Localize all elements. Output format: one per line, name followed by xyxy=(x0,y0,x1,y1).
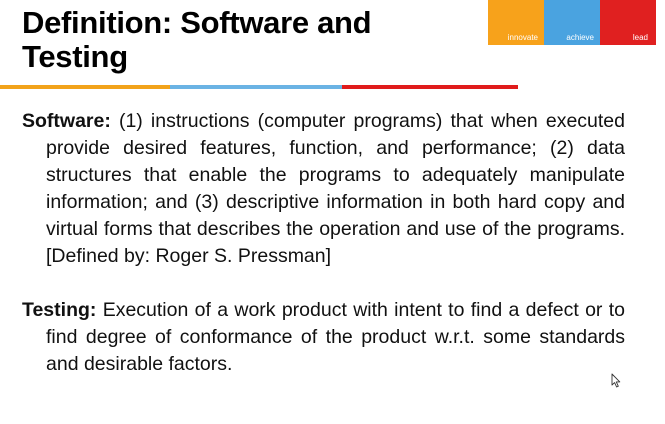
brand-achieve-box: achieve xyxy=(544,0,600,45)
slide-title: Definition: Software and Testing xyxy=(22,5,372,74)
rule-segment-orange xyxy=(0,85,170,89)
software-term: Software: xyxy=(22,110,111,132)
brand-achieve-label: achieve xyxy=(566,33,594,42)
testing-definition-text: Execution of a work product with intent … xyxy=(46,299,625,375)
software-definition: Software: (1) instructions (computer pro… xyxy=(22,108,625,270)
slide-body: Software: (1) instructions (computer pro… xyxy=(22,108,625,378)
brand-banner: innovate achieve lead xyxy=(488,0,656,45)
brand-lead-label: lead xyxy=(632,33,648,42)
slide: Definition: Software and Testing innovat… xyxy=(0,0,665,424)
rule-segment-red xyxy=(342,85,518,89)
software-definition-text: (1) instructions (computer programs) tha… xyxy=(46,110,625,267)
brand-innovate-box: innovate xyxy=(488,0,544,45)
brand-lead-box: lead xyxy=(600,0,656,45)
testing-definition: Testing: Execution of a work product wit… xyxy=(22,297,625,378)
brand-innovate-label: innovate xyxy=(507,33,538,42)
mouse-pointer-icon xyxy=(611,373,621,388)
testing-term: Testing: xyxy=(22,299,97,321)
title-underline-rule xyxy=(0,85,518,89)
rule-segment-blue xyxy=(170,85,342,89)
